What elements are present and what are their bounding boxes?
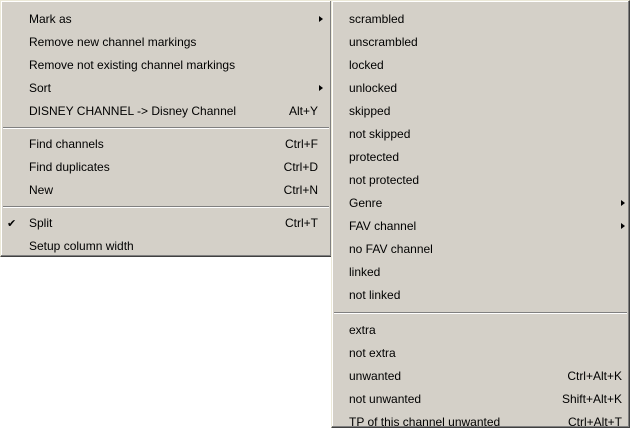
menu-item-label: Genre bbox=[349, 196, 383, 210]
menu-item-label: DISNEY CHANNEL -> Disney Channel bbox=[29, 104, 237, 118]
menu-item-label: Sort bbox=[29, 81, 52, 95]
menu-item-label: Remove not existing channel markings bbox=[29, 58, 236, 72]
submenu-item-unlocked[interactable]: unlocked bbox=[332, 77, 629, 100]
menu-item-shortcut: Ctrl+D bbox=[283, 160, 318, 174]
submenu-item-not-linked[interactable]: not linked bbox=[332, 284, 629, 307]
menu-item-label: Find duplicates bbox=[29, 160, 110, 174]
menu-item-label: locked bbox=[349, 58, 384, 72]
menu-item-shortcut: Ctrl+N bbox=[283, 183, 318, 197]
submenu-item-protected[interactable]: protected bbox=[332, 146, 629, 169]
menu-item-label: not protected bbox=[349, 173, 420, 187]
menu-item-label: linked bbox=[349, 265, 381, 279]
submenu-item-genre[interactable]: Genre bbox=[332, 192, 629, 215]
menu-item-label: not linked bbox=[349, 288, 401, 302]
submenu-item-scrambled[interactable]: scrambled bbox=[332, 8, 629, 31]
menu-item-shortcut: Ctrl+F bbox=[285, 137, 318, 151]
menu-item-label: scrambled bbox=[349, 12, 405, 26]
menu-item-label: Setup column width bbox=[29, 239, 134, 253]
menu-item-disney-channel-rename[interactable]: DISNEY CHANNEL -> Disney Channel Alt+Y bbox=[1, 100, 331, 123]
submenu-item-locked[interactable]: locked bbox=[332, 54, 629, 77]
menu-item-remove-new-channel-markings[interactable]: Remove new channel markings bbox=[1, 31, 331, 54]
submenu-item-not-extra[interactable]: not extra bbox=[332, 342, 629, 365]
menu-separator bbox=[3, 206, 329, 208]
menu-item-label: not extra bbox=[349, 346, 396, 360]
menu-item-label: Mark as bbox=[29, 12, 72, 26]
menu-item-label: no FAV channel bbox=[349, 242, 433, 256]
menu-item-setup-column-width[interactable]: Setup column width bbox=[1, 235, 331, 258]
submenu-item-no-fav-channel[interactable]: no FAV channel bbox=[332, 238, 629, 261]
menu-item-remove-not-existing-channel-markings[interactable]: Remove not existing channel markings bbox=[1, 54, 331, 77]
menu-item-sort[interactable]: Sort bbox=[1, 77, 331, 100]
submenu-item-unwanted[interactable]: unwanted Ctrl+Alt+K bbox=[332, 365, 629, 388]
menu-item-shortcut: Ctrl+T bbox=[285, 216, 318, 230]
submenu-item-not-unwanted[interactable]: not unwanted Shift+Alt+K bbox=[332, 388, 629, 411]
menu-item-label: protected bbox=[349, 150, 400, 164]
submenu-item-not-skipped[interactable]: not skipped bbox=[332, 123, 629, 146]
menu-item-label: Split bbox=[29, 216, 53, 230]
menu-item-label: unwanted bbox=[349, 369, 402, 383]
context-menu: Mark as Remove new channel markings Remo… bbox=[0, 0, 332, 257]
menu-item-shortcut: Ctrl+Alt+T bbox=[567, 415, 622, 429]
menu-item-find-duplicates[interactable]: Find duplicates Ctrl+D bbox=[1, 156, 331, 179]
mark-as-submenu: scrambled unscrambled locked unlocked sk… bbox=[331, 0, 630, 429]
menu-item-label: not skipped bbox=[349, 127, 411, 141]
submenu-arrow-icon bbox=[319, 16, 323, 22]
menu-item-label: skipped bbox=[349, 104, 391, 118]
menu-item-label: New bbox=[29, 183, 54, 197]
menu-item-find-channels[interactable]: Find channels Ctrl+F bbox=[1, 133, 331, 156]
submenu-item-extra[interactable]: extra bbox=[332, 319, 629, 342]
menu-separator bbox=[3, 127, 329, 129]
menu-item-label: FAV channel bbox=[349, 219, 417, 233]
menu-item-shortcut: Ctrl+Alt+K bbox=[567, 369, 622, 383]
menu-separator bbox=[334, 312, 627, 314]
submenu-item-linked[interactable]: linked bbox=[332, 261, 629, 284]
submenu-arrow-icon bbox=[621, 200, 625, 206]
menu-item-mark-as[interactable]: Mark as bbox=[1, 8, 331, 31]
submenu-item-fav-channel[interactable]: FAV channel bbox=[332, 215, 629, 238]
menu-item-label: Remove new channel markings bbox=[29, 35, 197, 49]
menu-item-new[interactable]: New Ctrl+N bbox=[1, 179, 331, 202]
menu-item-label: Find channels bbox=[29, 137, 104, 151]
submenu-arrow-icon bbox=[319, 85, 323, 91]
menu-item-label: unscrambled bbox=[349, 35, 418, 49]
menu-item-split[interactable]: ✔ Split Ctrl+T bbox=[1, 212, 331, 235]
submenu-item-tp-unwanted[interactable]: TP of this channel unwanted Ctrl+Alt+T bbox=[332, 411, 629, 434]
menu-item-label: unlocked bbox=[349, 81, 398, 95]
menu-item-label: TP of this channel unwanted bbox=[349, 415, 501, 429]
menu-item-label: extra bbox=[349, 323, 376, 337]
submenu-arrow-icon bbox=[621, 223, 625, 229]
submenu-item-skipped[interactable]: skipped bbox=[332, 100, 629, 123]
checkmark-icon: ✔ bbox=[7, 217, 17, 230]
submenu-item-not-protected[interactable]: not protected bbox=[332, 169, 629, 192]
menu-item-shortcut: Alt+Y bbox=[288, 104, 318, 118]
menu-item-label: not unwanted bbox=[349, 392, 422, 406]
menu-item-shortcut: Shift+Alt+K bbox=[561, 392, 622, 406]
submenu-item-unscrambled[interactable]: unscrambled bbox=[332, 31, 629, 54]
